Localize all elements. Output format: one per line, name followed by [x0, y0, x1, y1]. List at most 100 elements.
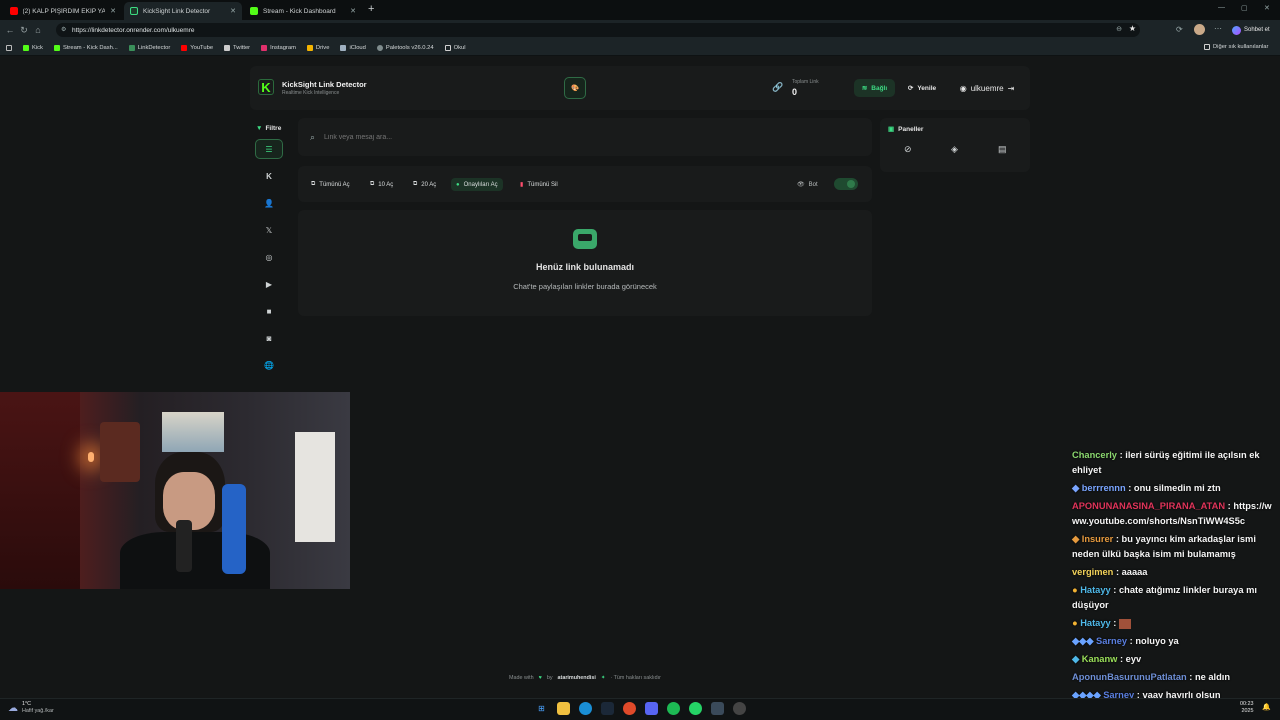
clock-date: 2025: [1241, 708, 1254, 714]
chat-username: vergimen: [1072, 567, 1114, 577]
edge-icon[interactable]: [579, 702, 592, 715]
chat-button-label: Sohbet et: [1244, 27, 1270, 33]
filter-user-button[interactable]: 👤: [255, 193, 283, 213]
user-menu[interactable]: ◉ ulkuemre ⇥: [952, 79, 1022, 97]
footer-author[interactable]: atarimuhendisi: [558, 675, 596, 681]
weather-desc: Hafif yağ./kar: [22, 708, 54, 714]
taskbar: [0, 698, 1280, 720]
copilot-icon: [1232, 25, 1241, 35]
filter-youtube-button[interactable]: ▶: [255, 274, 283, 294]
notification-icon[interactable]: 🔔: [1262, 703, 1271, 711]
logout-icon[interactable]: ⇥: [1008, 84, 1015, 93]
tab-kick-dashboard[interactable]: Stream - Kick Dashboard ✕: [244, 2, 362, 20]
chat-button[interactable]: Sohbet et: [1232, 24, 1270, 36]
new-tab-button[interactable]: +: [368, 3, 374, 15]
filter-instagram-button[interactable]: ◎: [255, 247, 283, 267]
bookmark-icloud[interactable]: iCloud: [340, 44, 366, 51]
open-20-button[interactable]: ⧉ 20 Aç: [408, 178, 441, 191]
open-10-label: 10 Aç: [378, 181, 394, 188]
menu-icon[interactable]: ⋯: [1214, 24, 1222, 33]
other-bookmarks[interactable]: Diğer sık kullanılanlar: [1204, 44, 1268, 50]
whatsapp-icon[interactable]: [689, 702, 702, 715]
badge-icon: ◆◆◆: [1072, 636, 1097, 646]
file-explorer-icon[interactable]: [557, 702, 570, 715]
shelf: [295, 432, 335, 542]
refresh-button[interactable]: ⟳ Yenile: [902, 79, 942, 97]
chat-text: :: [1113, 618, 1117, 628]
open-20-label: 20 Aç: [421, 181, 437, 188]
palette-button[interactable]: 🎨: [564, 77, 586, 99]
archive-icon[interactable]: ▤: [998, 144, 1007, 155]
tab-youtube[interactable]: (2) KALP PİŞİRDİM EKİP YAN YATI ✕: [4, 2, 122, 20]
chat-message: ● Hatayy : chate atığımız linkler buraya…: [1072, 583, 1278, 613]
connected-button[interactable]: ≋ Bağlı: [854, 79, 895, 97]
refresh-icon: ⟳: [907, 85, 914, 92]
chat-text: : onu silmedin mi ztn: [1128, 483, 1221, 493]
steam-icon[interactable]: [601, 702, 614, 715]
close-icon[interactable]: ✕: [230, 7, 236, 15]
home-icon[interactable]: ⌂: [31, 25, 45, 35]
close-icon[interactable]: ✕: [110, 7, 116, 15]
open-10-button[interactable]: ⧉ 10 Aç: [365, 178, 398, 191]
filter-all-button[interactable]: ☰: [255, 139, 283, 159]
bookmark-twitter[interactable]: Twitter: [224, 44, 250, 51]
chat-username: Kananw: [1081, 654, 1118, 664]
obs-icon[interactable]: [733, 702, 746, 715]
footer-rights: · Tüm hakları saklıdır: [610, 675, 661, 681]
star-icon[interactable]: ★: [1129, 24, 1136, 33]
bookmark-paletools[interactable]: Paletools v26.0.24: [376, 44, 434, 51]
chat-username: Insurer: [1081, 534, 1114, 544]
filter-x-button[interactable]: 𝕏: [255, 220, 283, 240]
bookmark-drive[interactable]: Drive: [306, 44, 329, 51]
bookmark-stream[interactable]: Stream - Kick Dash...: [53, 44, 118, 51]
other-bookmarks-label: Diğer sık kullanılanlar: [1213, 44, 1269, 50]
filter-camera-button[interactable]: ◙: [255, 328, 283, 348]
search-bar[interactable]: ⌕: [298, 118, 872, 156]
external-link-icon: ⧉: [311, 181, 316, 187]
back-icon[interactable]: ←: [3, 25, 17, 35]
kick-icon: K: [266, 171, 272, 181]
spotify-icon[interactable]: [667, 702, 680, 715]
open-approved-button[interactable]: ● Onaylıları Aç: [451, 178, 503, 191]
bot-toggle[interactable]: [834, 178, 858, 190]
bookmark-kick[interactable]: Kick: [23, 44, 43, 51]
discord-icon[interactable]: [645, 702, 658, 715]
bookmarks-menu-icon[interactable]: [6, 44, 12, 51]
refresh-icon[interactable]: ↻: [17, 25, 31, 36]
address-bar[interactable]: ⚙ https://linkdetector.onrender.com/ulku…: [56, 23, 1140, 37]
tab-kicksight[interactable]: KickSight Link Detector ✕: [124, 2, 242, 20]
filter-web-button[interactable]: 🌐: [255, 355, 283, 375]
bookmark-linkdetector[interactable]: LinkDetector: [128, 44, 170, 51]
tab-label: KickSight Link Detector: [143, 7, 211, 15]
weather-widget[interactable]: ☁ 1°C Hafif yağ./kar: [8, 701, 54, 715]
search-input[interactable]: [324, 130, 854, 144]
filter-kick-button[interactable]: K: [255, 166, 283, 186]
brave-icon[interactable]: [623, 702, 636, 715]
close-icon[interactable]: ✕: [350, 7, 356, 15]
refresh-extension-icon[interactable]: ⟳: [1176, 25, 1183, 34]
minimize-icon[interactable]: —: [1218, 4, 1225, 11]
user-icon: ◉: [959, 83, 967, 93]
bookmark-okul[interactable]: Okul: [444, 44, 466, 51]
ban-icon[interactable]: ⊘: [904, 144, 912, 155]
page-footer: Made with ♥ by atarimuhendisi ✦ · Tüm ha…: [0, 672, 1170, 684]
delete-all-button[interactable]: ▮ Tümünü Sil: [515, 178, 563, 191]
clock[interactable]: 00:23 2025: [1240, 701, 1254, 715]
filter-video-button[interactable]: ■: [255, 301, 283, 321]
kick-icon: [23, 44, 29, 51]
close-window-icon[interactable]: ✕: [1264, 4, 1270, 12]
bookmark-instagram[interactable]: Instagram: [261, 44, 296, 51]
delete-all-label: Tümünü Sil: [527, 181, 558, 188]
bookmark-youtube[interactable]: YouTube: [181, 44, 213, 51]
instagram-icon: [261, 44, 268, 51]
shield-icon[interactable]: ◈: [951, 144, 958, 155]
app-icon[interactable]: [711, 702, 724, 715]
extension-icon[interactable]: ⊖: [1116, 25, 1122, 33]
profile-avatar[interactable]: [1194, 24, 1205, 35]
total-link-label: Toplam Link: [792, 79, 819, 85]
open-all-button[interactable]: ⧉ Tümünü Aç: [306, 178, 355, 191]
chat-message: ◆ Insurer : bu yayıncı kim arkadaşlar is…: [1072, 532, 1278, 562]
maximize-icon[interactable]: ▢: [1241, 4, 1248, 12]
site-info-icon[interactable]: ⚙: [61, 26, 66, 33]
start-icon[interactable]: ⊞: [535, 702, 548, 715]
